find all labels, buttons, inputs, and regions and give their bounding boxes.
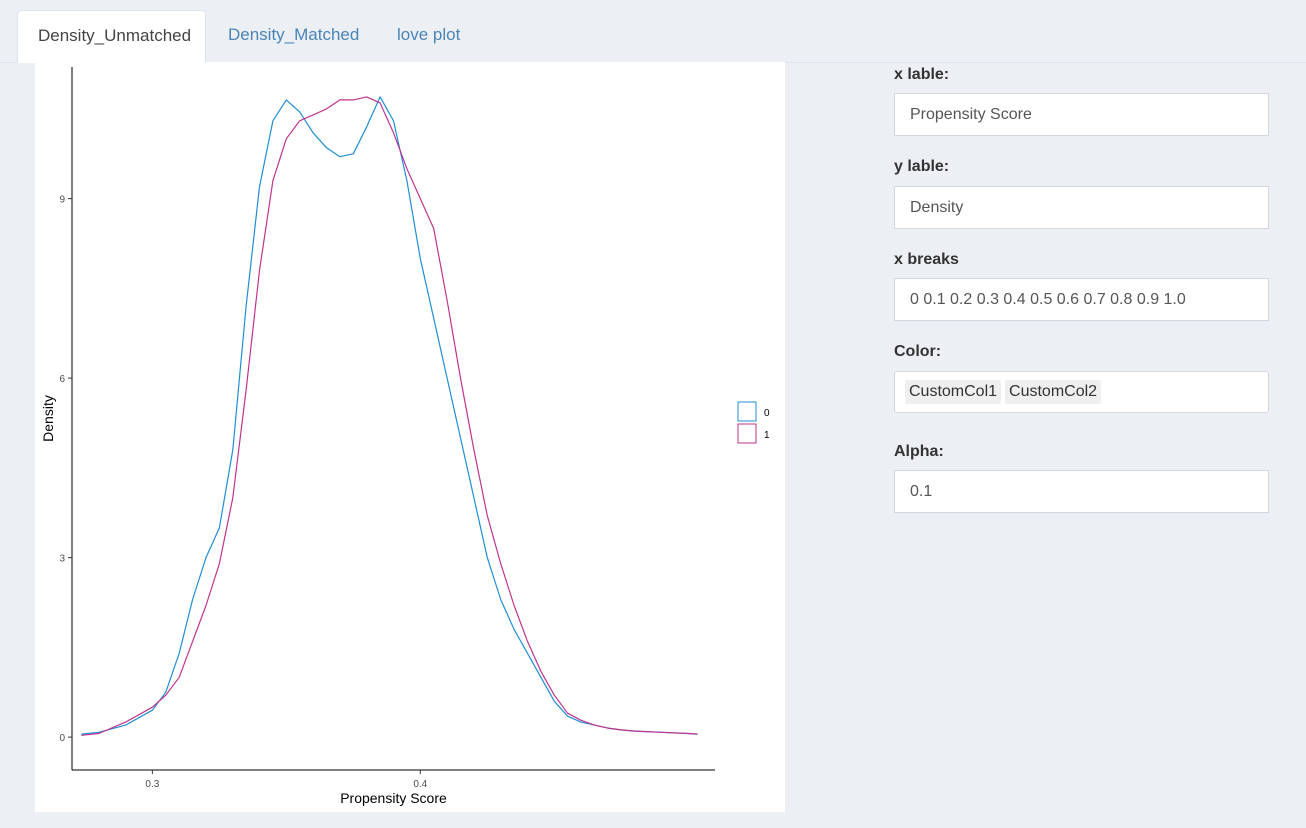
legend-label-0: 0: [764, 408, 770, 419]
color-select[interactable]: CustomCol1 CustomCol2: [894, 371, 1269, 413]
density-plot-panel: 0 3 6 9 0.3 0.4 Propensity Score Density 0 1: [35, 62, 785, 812]
tab-density-unmatched[interactable]: Density_Unmatched: [17, 10, 206, 63]
y-tick-label-0: 0: [59, 733, 65, 744]
alpha-field-label: Alpha:: [894, 443, 944, 460]
x-label-field-label: x lable:: [894, 66, 950, 83]
x-label-input[interactable]: [894, 93, 1269, 136]
x-axis-title: Propensity Score: [340, 790, 447, 806]
tab-love-plot[interactable]: love plot: [377, 10, 480, 62]
legend-label-1: 1: [764, 430, 770, 441]
alpha-input[interactable]: [894, 470, 1269, 513]
x-tick-label-0.4: 0.4: [413, 779, 427, 790]
density-line-series-0: [81, 96, 698, 735]
density-chart: 0 3 6 9 0.3 0.4Propensity Score Density 0 1: [40, 67, 770, 806]
y-label-input[interactable]: [894, 186, 1269, 229]
x-breaks-field-label: x breaks: [894, 251, 959, 268]
color-field-label: Color:: [894, 343, 942, 360]
tab-bar: Density_Unmatched Density_Matched love p…: [0, 0, 1306, 63]
color-chip-customcol2[interactable]: CustomCol2: [1005, 380, 1102, 404]
y-tick-label-3: 3: [59, 554, 65, 565]
x-breaks-input[interactable]: [894, 278, 1269, 321]
tab-density-matched[interactable]: Density_Matched: [208, 10, 379, 62]
density-line-series-1: [81, 96, 698, 736]
legend-key-1: [737, 423, 757, 444]
y-tick-label-6: 6: [59, 374, 65, 385]
y-label-field-label: y lable:: [894, 158, 950, 175]
legend-key-0: [737, 401, 757, 422]
y-tick-label-9: 9: [59, 195, 65, 206]
x-tick-label-0.3: 0.3: [145, 779, 159, 790]
color-chip-customcol1[interactable]: CustomCol1: [905, 380, 1002, 404]
y-axis-title: Density: [40, 395, 56, 442]
